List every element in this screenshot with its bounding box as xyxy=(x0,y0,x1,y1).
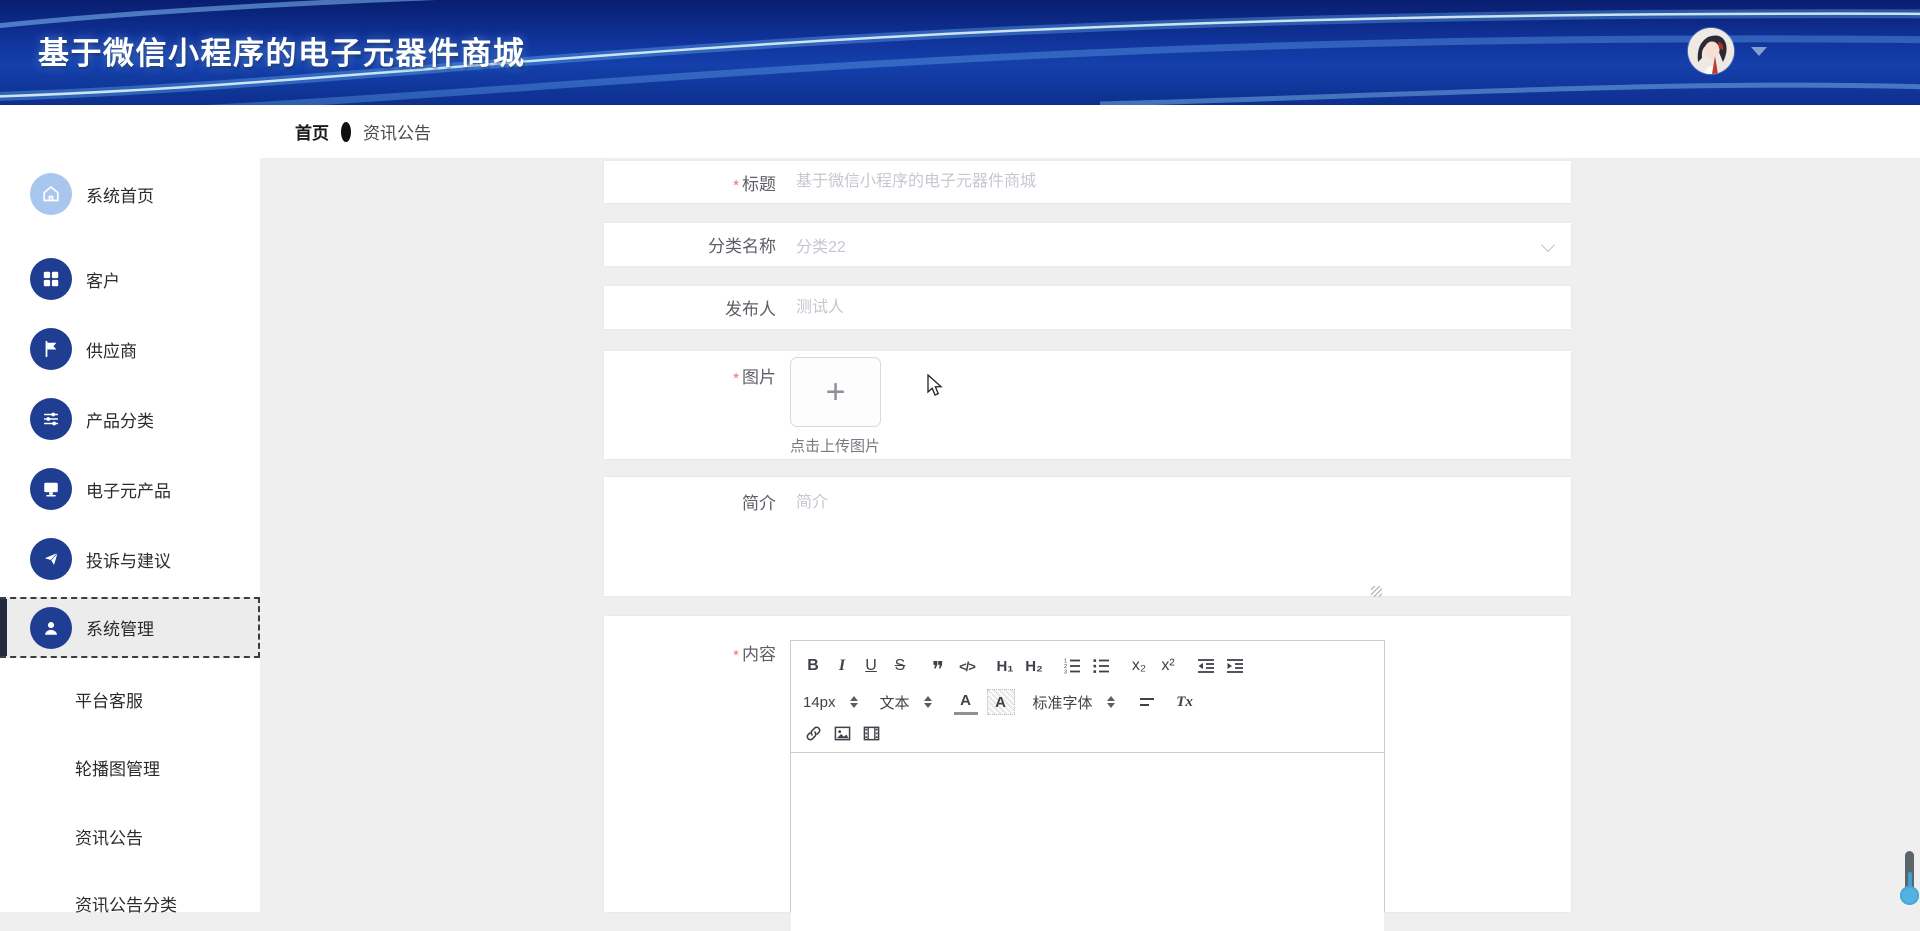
intro-label: 简介 xyxy=(742,494,776,513)
ordered-list-button[interactable]: 123 xyxy=(1062,655,1082,677)
outdent-button[interactable] xyxy=(1196,655,1216,677)
required-asterisk: * xyxy=(733,647,739,664)
app-header: 基于微信小程序的电子元器件商城 xyxy=(0,0,1920,107)
sidebar-subitem-carousel-management[interactable]: 轮播图管理 xyxy=(0,745,260,789)
subscript-button[interactable]: x₂ xyxy=(1129,655,1149,677)
paper-plane-icon xyxy=(30,538,72,580)
content-label: * 内容 xyxy=(733,645,776,664)
bold-button[interactable]: B xyxy=(803,655,823,677)
underline-button[interactable]: U xyxy=(861,655,881,677)
sidebar-subitem-label: 轮播图管理 xyxy=(75,759,160,779)
sidebar-subitem-news-announcements[interactable]: 资讯公告 xyxy=(0,814,260,858)
selected-accent-bar xyxy=(0,599,7,656)
breadcrumb-current: 资讯公告 xyxy=(363,124,431,143)
publisher-input[interactable] xyxy=(790,286,1571,329)
sliders-icon xyxy=(30,398,72,440)
heading2-button[interactable]: H₂ xyxy=(1024,655,1044,677)
sidebar-item-product-categories[interactable]: 产品分类 xyxy=(0,384,260,454)
breadcrumb-home-link[interactable]: 首页 xyxy=(295,119,329,144)
text-color-button[interactable]: A xyxy=(953,690,978,715)
scrollbar-thumb[interactable] xyxy=(1900,886,1919,905)
font-size-select[interactable]: 14px xyxy=(803,694,858,711)
background-color-button[interactable]: A xyxy=(986,689,1015,715)
sidebar-item-label: 客户 xyxy=(86,271,120,291)
sidebar-subitem-platform-service[interactable]: 平台客服 xyxy=(0,677,260,721)
title-label: * 标题 xyxy=(733,174,776,194)
main-content: *标题 分类名称 分类22 发布人 *图片 + 点击上传图片 xyxy=(260,158,1920,931)
breadcrumb-separator-icon xyxy=(341,121,351,142)
blockquote-button[interactable]: ❞ xyxy=(928,650,948,682)
flag-icon xyxy=(30,328,72,370)
superscript-button[interactable]: x² xyxy=(1158,655,1178,677)
editor-content-area[interactable] xyxy=(791,753,1384,931)
updown-icon xyxy=(1106,696,1115,708)
image-icon[interactable] xyxy=(832,722,852,744)
sidebar-item-electronic-products[interactable]: 电子元产品 xyxy=(0,454,260,524)
updown-icon xyxy=(849,696,858,708)
paragraph-style-select[interactable]: 文本 xyxy=(880,692,932,713)
image-upload-button[interactable]: + xyxy=(790,357,881,427)
user-avatar[interactable] xyxy=(1688,28,1734,74)
plus-icon: + xyxy=(825,373,846,411)
font-family-value: 标准字体 xyxy=(1032,694,1093,712)
sidebar-item-suppliers[interactable]: 供应商 xyxy=(0,314,260,384)
bullet-list-button[interactable] xyxy=(1091,655,1111,677)
sidebar-item-label: 电子元产品 xyxy=(86,481,171,501)
sidebar-item-system-home[interactable]: 系统首页 xyxy=(0,159,260,229)
category-select[interactable]: 分类22 xyxy=(790,233,1571,257)
monitor-icon xyxy=(30,468,72,510)
sidebar-subitem-label: 平台客服 xyxy=(75,691,143,711)
align-button[interactable] xyxy=(1137,691,1157,713)
title-input[interactable] xyxy=(790,161,1571,203)
user-icon xyxy=(30,606,72,649)
code-block-button[interactable]: </> xyxy=(957,655,977,677)
form-row-image: * 图片 + 点击上传图片 xyxy=(604,351,1571,459)
font-family-select[interactable]: 标准字体 xyxy=(1033,692,1115,713)
category-label: 分类名称 xyxy=(708,237,776,256)
grid-icon xyxy=(30,258,72,300)
sidebar-item-label: 系统首页 xyxy=(86,186,154,206)
intro-textarea[interactable] xyxy=(790,488,1387,584)
home-icon xyxy=(30,173,72,215)
required-asterisk: * xyxy=(733,176,739,194)
avatar-image xyxy=(1688,28,1734,74)
sidebar-item-label: 产品分类 xyxy=(86,411,154,431)
breadcrumb: 首页 资讯公告 xyxy=(260,105,1920,158)
page-title: 基于微信小程序的电子元器件商城 xyxy=(38,36,526,71)
strikethrough-button[interactable]: S xyxy=(890,655,910,677)
rich-text-editor: B I U S ❞ </> H₁ H₂ 123 x₂ x² 14px 文本 A … xyxy=(790,640,1385,931)
form-row-title: * 标题 xyxy=(604,161,1571,203)
italic-button[interactable]: I xyxy=(832,655,852,677)
sidebar-subitem-news-categories[interactable]: 资讯公告分类 xyxy=(0,881,260,925)
caret-down-icon[interactable] xyxy=(1751,47,1767,56)
image-label: * 图片 xyxy=(733,368,776,387)
clear-format-button[interactable]: Tx xyxy=(1175,691,1195,713)
form-row-content: * 内容 B I U S ❞ </> H₁ H₂ 123 x₂ x² 14px … xyxy=(604,616,1571,931)
sidebar: 系统首页 客户 供应商 产品分类 电子元产品 投诉与建议 系统管理 平台客服 轮… xyxy=(0,105,260,915)
indent-button[interactable] xyxy=(1225,655,1245,677)
font-size-value: 14px xyxy=(803,693,836,711)
sidebar-item-system-management[interactable]: 系统管理 xyxy=(0,597,260,658)
form-row-category: 分类名称 分类22 xyxy=(604,223,1571,266)
editor-toolbar: B I U S ❞ </> H₁ H₂ 123 x₂ x² 14px 文本 A … xyxy=(791,641,1384,753)
form-row-publisher: 发布人 xyxy=(604,286,1571,329)
link-icon[interactable] xyxy=(803,722,823,744)
paragraph-style-value: 文本 xyxy=(879,694,910,712)
sidebar-subitem-label: 资讯公告 xyxy=(75,828,143,848)
resize-grip-icon[interactable] xyxy=(1371,586,1382,597)
svg-text:3: 3 xyxy=(1064,670,1067,676)
sidebar-item-label: 系统管理 xyxy=(86,620,154,639)
publisher-label: 发布人 xyxy=(725,300,776,319)
upload-hint: 点击上传图片 xyxy=(790,438,881,455)
sidebar-item-label: 供应商 xyxy=(86,341,137,361)
upload-area: + 点击上传图片 xyxy=(790,351,881,456)
required-asterisk: * xyxy=(733,370,739,387)
heading1-button[interactable]: H₁ xyxy=(995,655,1015,677)
updown-icon xyxy=(923,696,932,708)
sidebar-item-customers[interactable]: 客户 xyxy=(0,244,260,314)
sidebar-item-complaints[interactable]: 投诉与建议 xyxy=(0,524,260,594)
form-row-intro: 简介 xyxy=(604,477,1571,597)
video-icon[interactable] xyxy=(861,722,881,744)
sidebar-item-label: 投诉与建议 xyxy=(86,551,171,571)
